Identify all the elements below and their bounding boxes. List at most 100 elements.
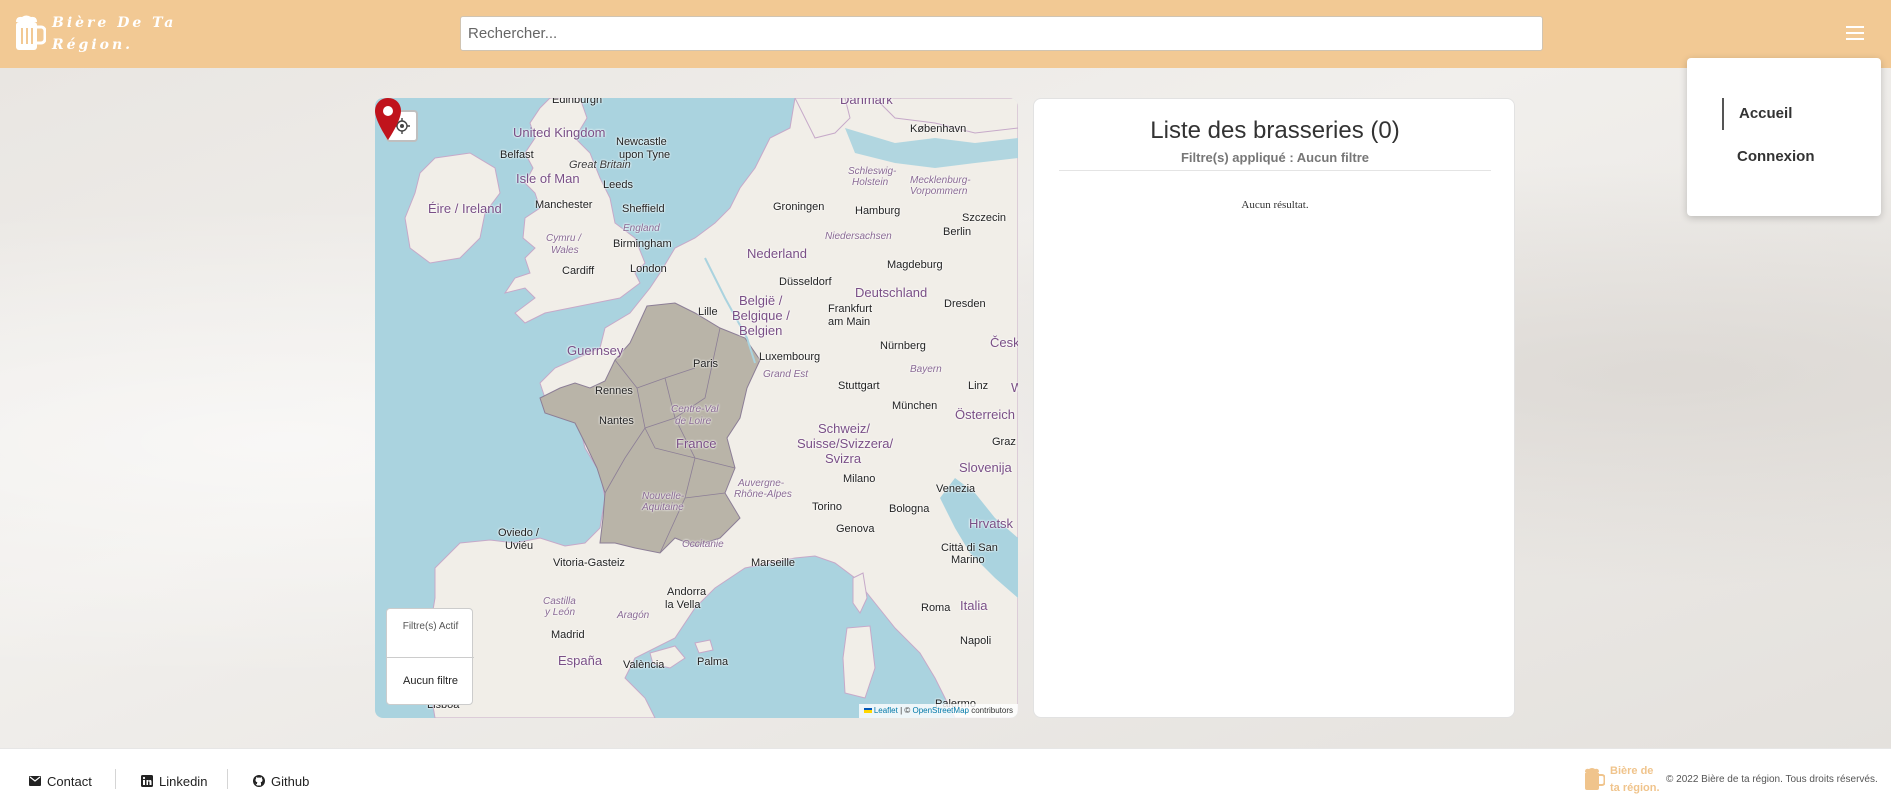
map-label: Wales: [551, 245, 579, 256]
map-label: Auvergne-: [738, 478, 785, 489]
map-label: Belfast: [500, 149, 534, 161]
envelope-icon: [29, 776, 41, 786]
beer-mug-icon: [1585, 768, 1605, 790]
map-label: Città di San: [941, 542, 998, 554]
brand-logo[interactable]: Bière De Ta Région.: [12, 10, 202, 58]
map-label: W: [1011, 380, 1018, 395]
map-label: Bologna: [889, 503, 930, 515]
map-label: Manchester: [535, 199, 593, 211]
active-filter-box: Filtre(s) Actif Aucun filtre: [386, 608, 474, 705]
map-label: España: [558, 653, 603, 668]
map-label: Rennes: [595, 385, 633, 397]
map-label: Lille: [698, 306, 718, 318]
map-label: Roma: [921, 602, 951, 614]
map-label: Occitanie: [682, 539, 724, 550]
map-label: Guernsey: [567, 343, 624, 358]
map-label: Nantes: [599, 415, 634, 427]
map-label: Cardiff: [562, 265, 595, 277]
nav-item-connexion[interactable]: Connexion: [1737, 148, 1815, 165]
map-label: Nederland: [747, 246, 807, 261]
github-icon: [253, 775, 265, 787]
map-label: Palma: [697, 656, 729, 668]
map-label: München: [892, 400, 938, 412]
map-label: Dresden: [944, 298, 986, 310]
map-label: Graz: [992, 436, 1016, 448]
attribution-separator: | ©: [897, 706, 913, 715]
map-label: Centre-Val: [671, 404, 719, 415]
filter-divider: [387, 657, 474, 658]
active-item-indicator: [1722, 98, 1724, 130]
map-label: Aragón: [617, 610, 650, 621]
map-label: Frankfurt: [828, 303, 873, 315]
map-label: Napoli: [960, 635, 992, 647]
map-label: Nürnberg: [880, 340, 926, 352]
openstreetmap-link[interactable]: OpenStreetMap: [912, 706, 968, 715]
map-label: Madrid: [551, 629, 585, 641]
map-marker-icon[interactable]: [375, 98, 401, 140]
map-label: Česk: [990, 335, 1018, 350]
map-label: België /: [739, 293, 783, 308]
map-label: Éire / Ireland: [428, 201, 502, 216]
map-label: de Loire: [675, 416, 712, 427]
hamburger-menu-icon[interactable]: [1844, 22, 1868, 44]
map-label: València: [623, 659, 665, 671]
map-label: Grand Est: [763, 369, 809, 380]
footer-brand[interactable]: Bière de ta région.: [1610, 763, 1660, 797]
map-label: Italia: [960, 598, 988, 613]
footer-copyright: © 2022 Bière de ta région. Tous droits r…: [1666, 774, 1878, 785]
map-label: Groningen: [773, 201, 825, 213]
map-label: United Kingdom: [513, 125, 606, 140]
footer-linkedin-link[interactable]: Linkedin: [141, 773, 207, 789]
nav-dropdown-menu: Accueil Connexion: [1687, 58, 1881, 216]
leaflet-flag-icon: [863, 708, 872, 714]
footer-contact-label: Contact: [47, 773, 92, 789]
search-input[interactable]: [460, 16, 1543, 51]
footer-divider: [115, 769, 116, 789]
map-label: Birmingham: [613, 238, 672, 250]
map-label: France: [676, 436, 717, 451]
map-label: Vorpommern: [910, 186, 968, 197]
map-label: Holstein: [852, 177, 889, 188]
nav-item-accueil[interactable]: Accueil: [1739, 105, 1792, 122]
attribution-suffix: contributors: [968, 706, 1013, 715]
map-label: Rhône-Alpes: [734, 489, 792, 500]
map-label: Aquitaine: [642, 502, 684, 513]
map-view[interactable]: Edinburgh Danmark København United Kingd…: [375, 98, 1018, 718]
map-label: Schweiz/: [818, 421, 871, 436]
map-label: England: [623, 223, 660, 234]
footer-github-link[interactable]: Github: [253, 773, 309, 789]
map-label: Paris: [693, 358, 719, 370]
map-label: Szczecin: [962, 212, 1007, 224]
applied-filter-subtitle: Filtre(s) appliqué : Aucun filtre: [1180, 150, 1370, 165]
map-label: Venezia: [936, 483, 976, 495]
map-label: Marseille: [751, 557, 796, 569]
footer-contact-link[interactable]: Contact: [29, 773, 92, 789]
map-label: Danmark: [840, 98, 893, 107]
beer-mug-icon: [16, 15, 46, 50]
map-attribution: Leaflet | © OpenStreetMap contributors: [858, 704, 1018, 718]
map-label: Andorra: [667, 586, 707, 598]
map-label: Sheffield: [622, 203, 665, 215]
map-label: Stuttgart: [838, 380, 880, 392]
map-label: Edinburgh: [552, 98, 603, 106]
footer-brand-line1: Bière de: [1610, 765, 1654, 777]
map-label: Hrvatsk: [969, 516, 1014, 531]
map-label: Newcastle: [616, 136, 667, 148]
map-label: la Vella: [665, 599, 701, 611]
brewery-list-panel: Liste des brasseries (0) Filtre(s) appli…: [1033, 98, 1515, 718]
map-label: Düsseldorf: [779, 276, 832, 288]
map-label: Oviedo /: [498, 527, 539, 539]
footer-github-label: Github: [271, 773, 310, 789]
linkedin-icon: [141, 775, 153, 787]
active-filter-value[interactable]: Aucun filtre: [387, 665, 474, 687]
leaflet-link[interactable]: Leaflet: [874, 706, 898, 715]
map-label: København: [910, 123, 967, 135]
map-label: Castilla: [543, 596, 576, 607]
empty-results-message: Aucun résultat.: [1241, 199, 1309, 211]
brand-name: Bière De Ta Région.: [52, 15, 177, 53]
brewery-list-title: Liste des brasseries (0): [1150, 117, 1400, 144]
map-label: London: [630, 263, 667, 275]
panel-divider: [1059, 170, 1491, 171]
map-label: am Main: [828, 316, 871, 328]
map-label: Svizra: [825, 451, 862, 466]
